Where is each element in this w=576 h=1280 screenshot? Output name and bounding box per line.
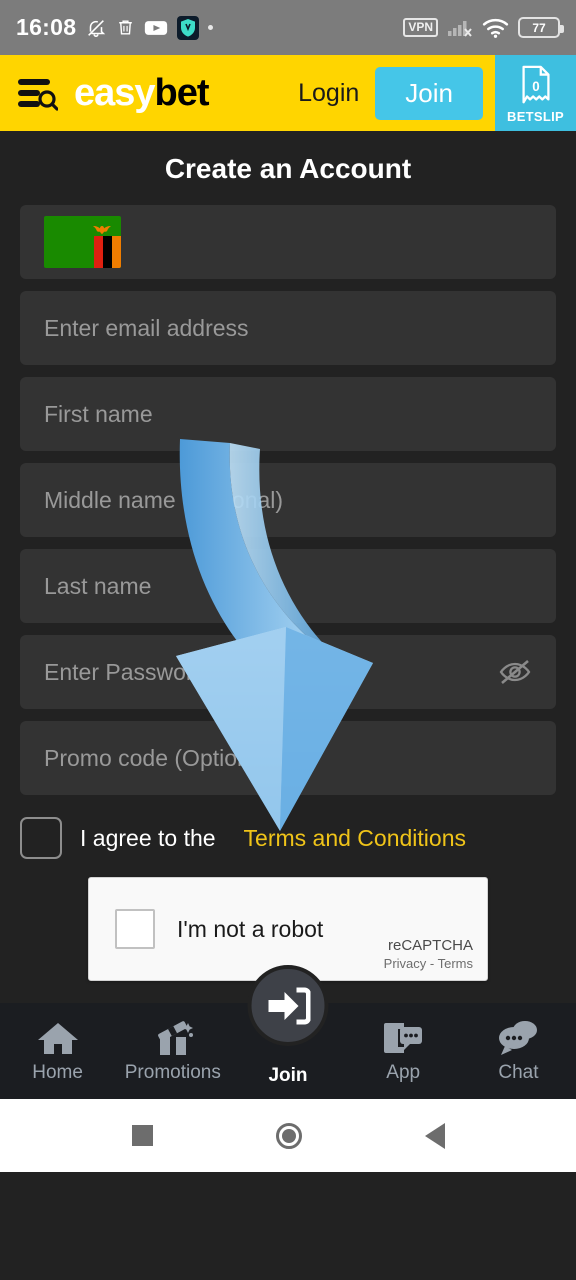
betslip-button[interactable]: 0 BETSLIP — [495, 55, 576, 131]
betslip-count: 0 — [532, 79, 539, 94]
password-placeholder: Enter Password — [44, 658, 207, 685]
betslip-receipt-icon: 0 — [521, 65, 550, 104]
betslip-label: BETSLIP — [507, 109, 564, 124]
nav-label-join: Join — [268, 1065, 308, 1086]
eye-off-icon[interactable] — [498, 657, 532, 687]
status-bar: 16:08 VPN 77 — [0, 0, 576, 55]
page-title: Create an Account — [164, 153, 412, 184]
promo-code-field[interactable]: Promo code (Optional) — [20, 721, 556, 795]
nav-item-join[interactable]: Join — [230, 965, 345, 1099]
phone-screen: 16:08 VPN 77 easy bet Login Join 0 BETSL… — [0, 0, 576, 1280]
recaptcha-checkbox[interactable] — [115, 909, 155, 949]
status-bar-right: VPN 77 — [403, 17, 564, 39]
nav-label-home: Home — [32, 1061, 83, 1083]
nav-item-promotions[interactable]: Promotions — [115, 1019, 230, 1084]
status-bar-left: 16:08 — [16, 14, 214, 41]
brand-easy: easy — [74, 71, 156, 114]
youtube-icon — [145, 20, 168, 35]
recaptcha-branding: reCAPTCHA Privacy - Terms — [384, 937, 473, 972]
first-name-field[interactable]: First name — [20, 377, 556, 451]
terms-row: I agree to the Terms and Conditions — [20, 817, 556, 859]
vpn-shield-icon — [177, 15, 200, 40]
status-time: 16:08 — [16, 14, 77, 40]
vpn-badge: VPN — [403, 17, 438, 38]
eagle-emblem-icon — [93, 225, 111, 235]
login-arrow-icon — [268, 987, 310, 1024]
phone-country-field[interactable] — [20, 205, 556, 279]
login-link[interactable]: Login — [282, 55, 375, 131]
middle-name-placeholder: Middle name (Optional) — [44, 486, 284, 513]
recaptcha-privacy-terms[interactable]: Privacy - Terms — [384, 956, 473, 972]
signal-off-icon — [448, 20, 472, 37]
nav-label-app: App — [386, 1061, 421, 1083]
nav-item-chat[interactable]: Chat — [461, 1019, 576, 1084]
middle-name-field[interactable]: Middle name (Optional) — [20, 463, 556, 537]
nav-label-chat: Chat — [498, 1061, 539, 1083]
gift-icon — [157, 1020, 193, 1055]
nav-item-home[interactable]: Home — [0, 1019, 115, 1084]
terms-checkbox[interactable] — [20, 817, 62, 859]
join-fab-button[interactable] — [247, 965, 329, 1046]
nav-label-promotions: Promotions — [124, 1061, 221, 1083]
join-button[interactable]: Join — [375, 66, 483, 120]
menu-search-button[interactable] — [0, 55, 74, 131]
last-name-field[interactable]: Last name — [20, 549, 556, 623]
wifi-icon — [482, 18, 509, 38]
trash-icon — [119, 20, 133, 35]
flag-stripes — [94, 235, 121, 268]
terms-and-conditions-link[interactable]: Terms and Conditions — [244, 825, 466, 852]
mobile-app-icon — [384, 1022, 423, 1053]
registration-page: Create an Account Enter email address Fi… — [0, 131, 576, 1172]
first-name-placeholder: First name — [44, 400, 153, 427]
home-circle-icon[interactable] — [275, 1122, 302, 1149]
password-field[interactable]: Enter Password — [20, 635, 556, 709]
battery-level: 77 — [532, 20, 546, 35]
dot-icon — [208, 25, 214, 30]
system-navigation-bar — [0, 1099, 576, 1172]
back-triangle-icon[interactable] — [424, 1122, 445, 1149]
app-header: easy bet Login Join 0 BETSLIP — [0, 55, 576, 131]
recaptcha-label: I'm not a robot — [177, 915, 324, 942]
bottom-navigation: Home Promotions Join App Chat — [0, 965, 576, 1099]
email-field[interactable]: Enter email address — [20, 291, 556, 365]
bell-off-icon — [88, 19, 106, 37]
battery-icon: 77 — [518, 17, 564, 38]
recaptcha-brand-name: reCAPTCHA — [387, 937, 473, 954]
menu-search-icon — [18, 79, 58, 111]
recents-square-icon[interactable] — [131, 1125, 153, 1146]
zambia-flag-icon — [44, 216, 121, 268]
promo-code-placeholder: Promo code (Optional) — [44, 744, 276, 771]
header-spacer — [209, 55, 283, 131]
last-name-placeholder: Last name — [44, 572, 152, 599]
nav-item-app[interactable]: App — [346, 1019, 461, 1084]
brand-logo[interactable]: easy bet — [74, 55, 210, 131]
brand-bet: bet — [154, 71, 210, 114]
chat-bubbles-icon — [499, 1020, 538, 1055]
home-icon — [37, 1022, 78, 1054]
email-placeholder: Enter email address — [44, 314, 249, 341]
terms-text: I agree to the — [80, 824, 216, 851]
